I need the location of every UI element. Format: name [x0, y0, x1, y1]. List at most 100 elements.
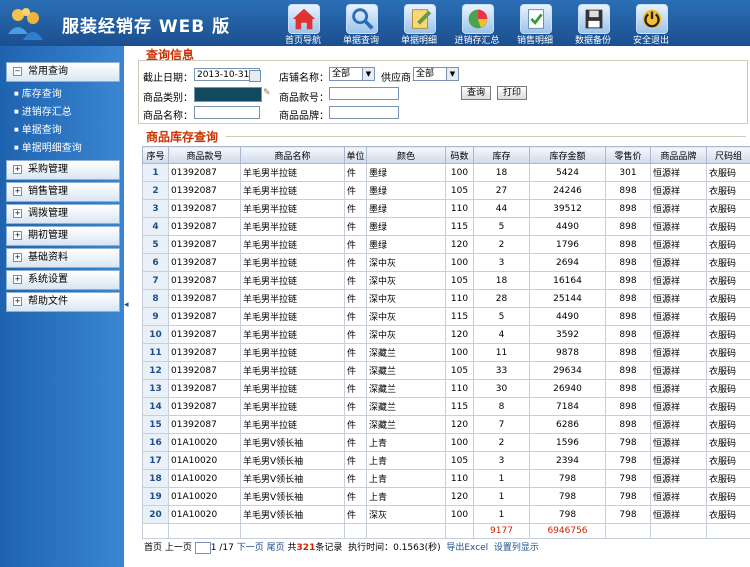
- table-cell: 羊毛男半拉链: [240, 163, 345, 182]
- table-cell: 2: [473, 433, 530, 452]
- query-panel: 截止日期： 2013-10-31 店铺名称： 全部 ▼ 供应商： 全部 ▼ 商品类别…: [138, 60, 748, 124]
- table-row[interactable]: 20 01A10020 羊毛男V领长袖件深灰 100 1 798 798 恒源祥 衣服码: [142, 505, 750, 524]
- table-row[interactable]: 10 01392087 羊毛男半拉链件深中灰 120 4 3592 898 恒源祥 衣服码: [142, 325, 750, 344]
- next-page-link[interactable]: 下一页: [237, 543, 264, 553]
- nav-button[interactable]: 安全退出: [622, 2, 680, 46]
- collapse-sidebar-icon[interactable]: ◂: [124, 300, 132, 318]
- calendar-icon[interactable]: [249, 70, 261, 82]
- pager: 首页 上一页 1 /17 下一页 尾页 共321条记录 执行时间：0.1563(…: [144, 540, 539, 554]
- table-cell: 4490: [529, 217, 606, 236]
- column-header[interactable]: 单位: [344, 146, 367, 164]
- table-row[interactable]: 5 01392087 羊毛男半拉链件墨绿 120 2 1796 898 恒源祥 衣服码: [142, 235, 750, 254]
- table-row[interactable]: 11 01392087 羊毛男半拉链件深藏兰 100 11 9878 898 恒源祥 衣服码: [142, 343, 750, 362]
- nav-button[interactable]: 进销存汇总: [448, 2, 506, 46]
- table-cell: 深藏兰: [366, 397, 446, 416]
- total-pages: /17: [219, 543, 234, 553]
- code-input[interactable]: [329, 87, 399, 100]
- prev-page-link[interactable]: 上一页: [165, 543, 192, 553]
- sidebar-group-6[interactable]: + 系统设置: [6, 270, 120, 290]
- sidebar-item[interactable]: 单据查询: [14, 121, 62, 136]
- sidebar-item[interactable]: 进销存汇总: [14, 103, 72, 118]
- store-select[interactable]: 全部 ▼: [329, 67, 375, 81]
- nav-button[interactable]: 数据备份: [564, 2, 622, 46]
- column-settings-link[interactable]: 设置列显示: [494, 543, 539, 553]
- search-button[interactable]: 查询: [461, 86, 492, 100]
- table-cell: 301: [605, 163, 651, 182]
- nav-button[interactable]: 销售明细: [506, 2, 564, 46]
- category-input[interactable]: [194, 87, 262, 102]
- table-cell: 羊毛男V领长袖: [240, 433, 345, 452]
- sidebar-group-3[interactable]: + 调拨管理: [6, 204, 120, 224]
- sidebar-group-0[interactable]: − 常用查询: [6, 62, 120, 82]
- table-row[interactable]: 7 01392087 羊毛男半拉链件深中灰 105 18 16164 898 恒源祥 衣服码: [142, 271, 750, 290]
- nav-button[interactable]: 单据查询: [332, 2, 390, 46]
- table-row[interactable]: 16 01A10020 羊毛男V领长袖件上青 100 2 1596 798 恒源祥 衣服码: [142, 433, 750, 452]
- table-cell: 羊毛男半拉链: [240, 361, 345, 380]
- table-cell: 衣服码: [706, 433, 750, 452]
- sidebar-group-label: 基础资料: [28, 252, 68, 263]
- column-header[interactable]: 商品名称: [240, 146, 345, 164]
- column-header[interactable]: 尺码组: [706, 146, 750, 164]
- expand-icon: +: [13, 208, 22, 218]
- table-cell: 16: [142, 433, 169, 452]
- table-cell: 898: [605, 307, 651, 326]
- picker-icon[interactable]: ✎: [263, 88, 273, 98]
- table-row[interactable]: 19 01A10020 羊毛男V领长袖件上青 120 1 798 798 恒源祥 衣服码: [142, 487, 750, 506]
- table-row[interactable]: 1 01392087 羊毛男半拉链件墨绿 100 18 5424 301 恒源祥 衣服码: [142, 163, 750, 182]
- column-header[interactable]: 零售价: [605, 146, 651, 164]
- last-page-link[interactable]: 尾页: [267, 543, 285, 553]
- nav-button[interactable]: 首页导航: [274, 2, 332, 46]
- column-header[interactable]: 码数: [445, 146, 474, 164]
- print-button[interactable]: 打印: [497, 86, 528, 100]
- sidebar-group-label: 期初管理: [28, 230, 68, 241]
- table-cell: 恒源祥: [650, 181, 707, 200]
- export-excel-link[interactable]: 导出Excel: [446, 543, 488, 553]
- sidebar-group-7[interactable]: + 帮助文件: [6, 292, 120, 312]
- table-cell: 898: [605, 199, 651, 218]
- column-header[interactable]: 颜色: [366, 146, 446, 164]
- table-cell: 5: [473, 217, 530, 236]
- total-stock: 9177: [473, 523, 530, 539]
- table-row[interactable]: 9 01392087 羊毛男半拉链件深中灰 115 5 4490 898 恒源祥 衣服码: [142, 307, 750, 326]
- table-cell: 898: [605, 415, 651, 434]
- column-header[interactable]: 商品款号: [168, 146, 241, 164]
- table-row[interactable]: 17 01A10020 羊毛男V领长袖件上青 105 3 2394 798 恒源祥 衣服码: [142, 451, 750, 470]
- name-input[interactable]: [194, 106, 260, 119]
- table-cell: 115: [445, 397, 474, 416]
- table-cell: 898: [605, 361, 651, 380]
- first-page-link[interactable]: 首页: [144, 543, 162, 553]
- table-row[interactable]: 15 01392087 羊毛男半拉链件深藏兰 120 7 6286 898 恒源祥 衣服码: [142, 415, 750, 434]
- sidebar-item[interactable]: 单据明细查询: [14, 139, 82, 154]
- column-header[interactable]: 序号: [142, 146, 169, 164]
- sidebar-group-2[interactable]: + 销售管理: [6, 182, 120, 202]
- sidebar-group-5[interactable]: + 基础资料: [6, 248, 120, 268]
- table-cell: 898: [605, 235, 651, 254]
- column-header[interactable]: 库存金额: [529, 146, 606, 164]
- sidebar-group-1[interactable]: + 采购管理: [6, 160, 120, 180]
- app-header: 服装经销存 WEB 版 首页导航 单据查询 单据明细 进销存汇总 销售明细 数据备份 安全退…: [0, 0, 750, 46]
- nav-button[interactable]: 单据明细: [390, 2, 448, 46]
- table-row[interactable]: 18 01A10020 羊毛男V领长袖件上青 110 1 798 798 恒源祥 衣服码: [142, 469, 750, 488]
- brand-input[interactable]: [329, 106, 399, 119]
- table-row[interactable]: 8 01392087 羊毛男半拉链件深中灰 110 28 25144 898 恒源祥 衣服码: [142, 289, 750, 308]
- table-cell: 2: [142, 181, 169, 200]
- table-cell: 羊毛男半拉链: [240, 181, 345, 200]
- column-header[interactable]: 商品品牌: [650, 146, 707, 164]
- sidebar-group-4[interactable]: + 期初管理: [6, 226, 120, 246]
- table-row[interactable]: 12 01392087 羊毛男半拉链件深藏兰 105 33 29634 898 恒源祥 衣服码: [142, 361, 750, 380]
- table-row[interactable]: 3 01392087 羊毛男半拉链件墨绿 110 44 39512 898 恒源祥 衣服码: [142, 199, 750, 218]
- table-row[interactable]: 2 01392087 羊毛男半拉链件墨绿 105 27 24246 898 恒源祥 衣服码: [142, 181, 750, 200]
- table-cell: 上青: [366, 487, 446, 506]
- column-header[interactable]: 库存: [473, 146, 530, 164]
- table-cell: 衣服码: [706, 307, 750, 326]
- table-cell: 1796: [529, 235, 606, 254]
- sidebar-item[interactable]: 库存查询: [14, 85, 62, 100]
- supplier-select[interactable]: 全部 ▼: [413, 67, 459, 81]
- table-cell: 898: [605, 253, 651, 272]
- table-cell: 25144: [529, 289, 606, 308]
- table-row[interactable]: 6 01392087 羊毛男半拉链件深中灰 100 3 2694 898 恒源祥 衣服码: [142, 253, 750, 272]
- page-number-input[interactable]: [194, 541, 211, 554]
- table-row[interactable]: 14 01392087 羊毛男半拉链件深藏兰 115 8 7184 898 恒源祥 衣服码: [142, 397, 750, 416]
- table-row[interactable]: 13 01392087 羊毛男半拉链件深藏兰 110 30 26940 898 恒源祥 衣服码: [142, 379, 750, 398]
- table-row[interactable]: 4 01392087 羊毛男半拉链件墨绿 115 5 4490 898 恒源祥 衣服码: [142, 217, 750, 236]
